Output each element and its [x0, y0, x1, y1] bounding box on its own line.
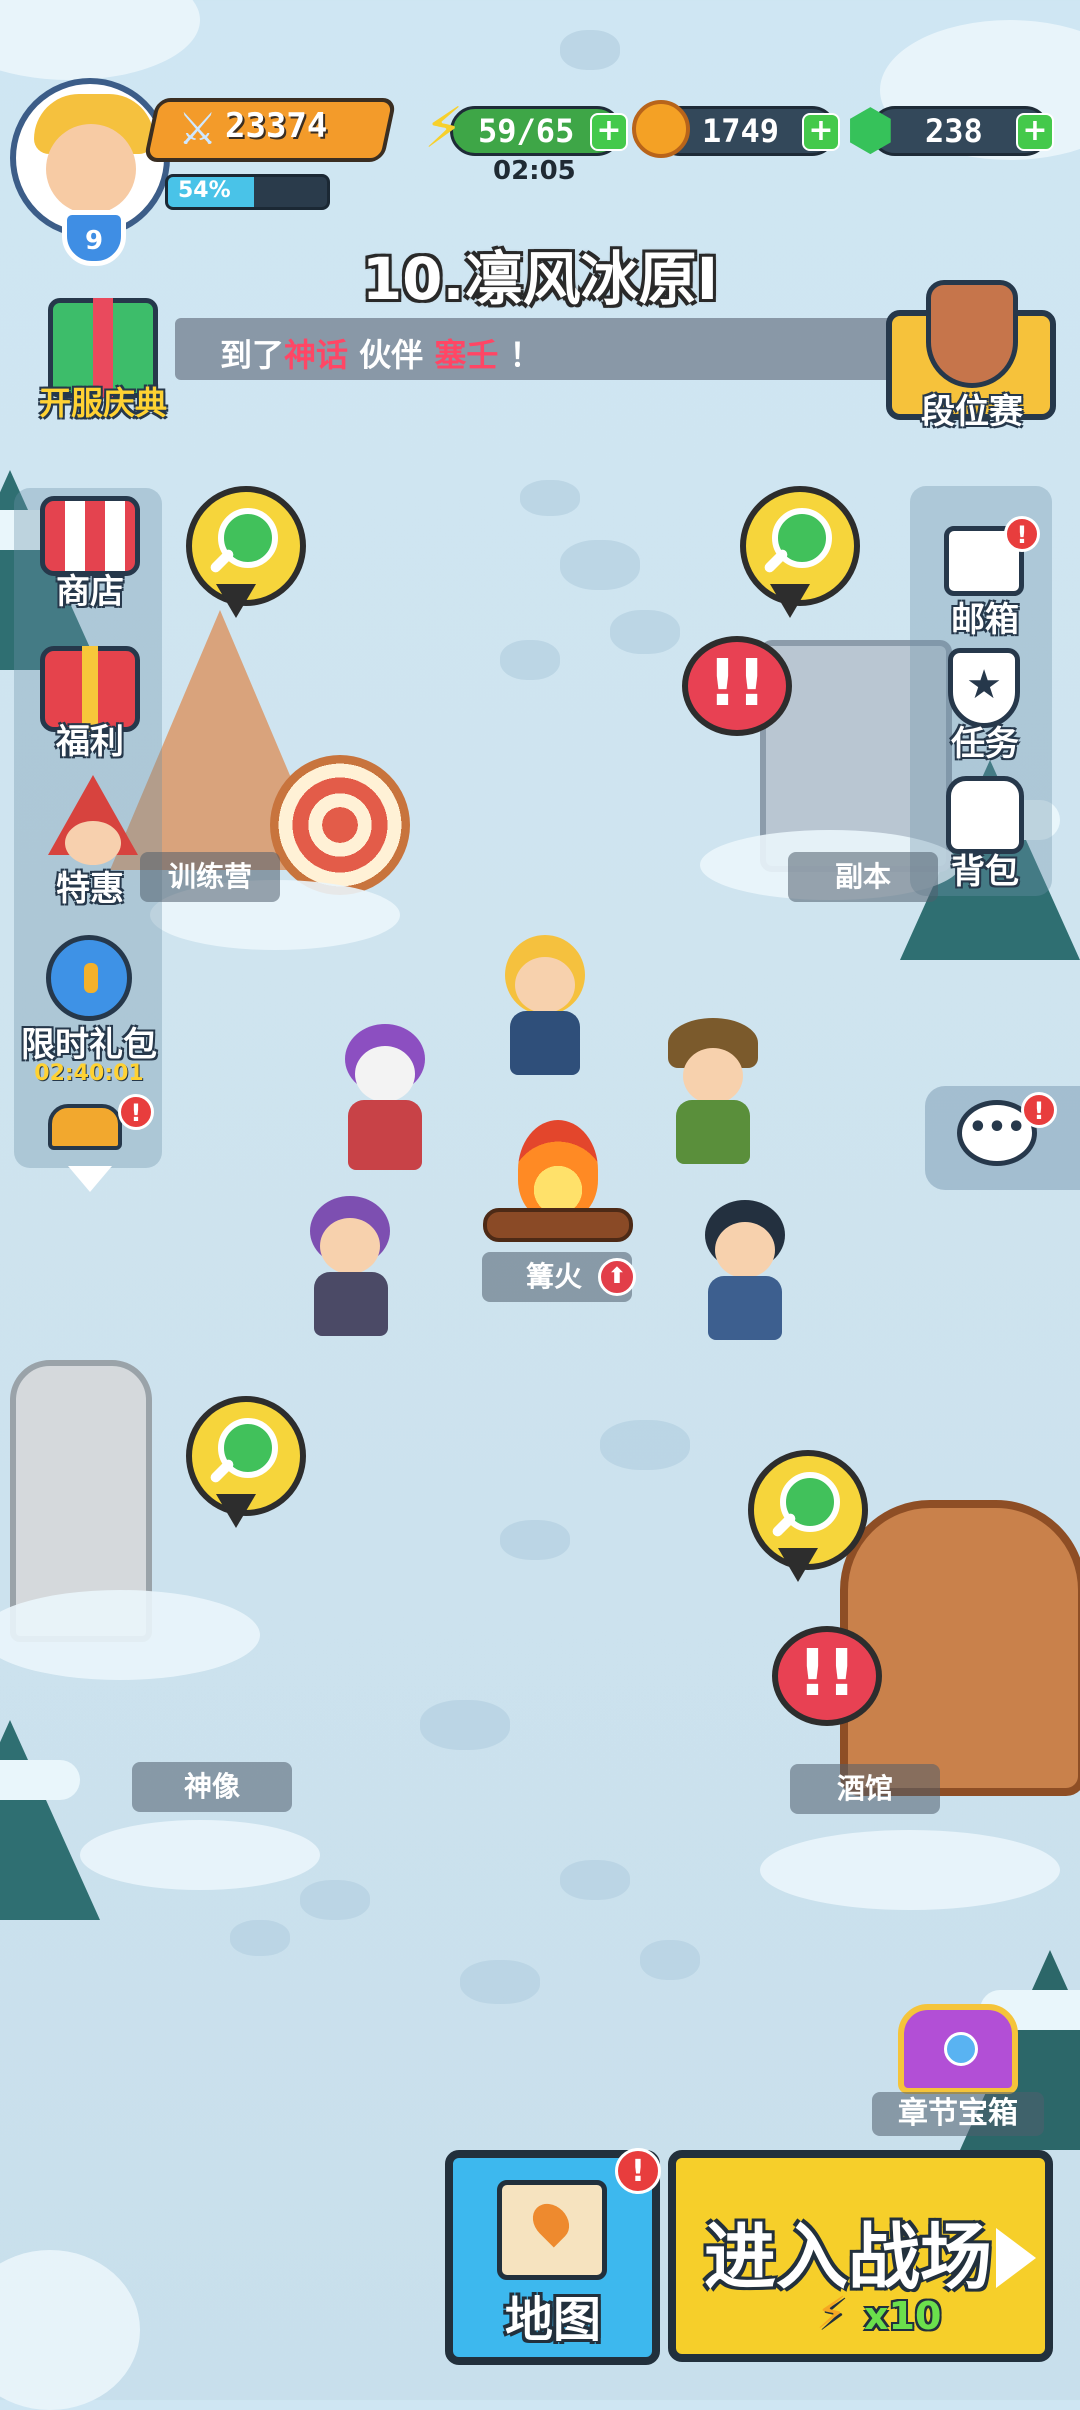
energy-timer: 02:05	[493, 156, 576, 186]
lightning-icon: ⚡	[424, 96, 464, 161]
expand-down-icon[interactable]	[68, 1166, 112, 1192]
special-offer-button[interactable]: 特惠	[20, 775, 160, 909]
tavern-label[interactable]: 酒馆	[790, 1764, 940, 1814]
mailbox-button[interactable]: ! 邮箱	[920, 516, 1050, 640]
explore-statue-marker[interactable]	[186, 1396, 306, 1528]
dungeon-alert-marker[interactable]: !!	[682, 636, 792, 736]
experience-percent: 54%	[178, 178, 231, 203]
rank-match-label: 段位赛	[921, 392, 1023, 432]
enter-battle-button[interactable]: 进入战场 ⚡ x10	[668, 2150, 1053, 2362]
combat-power-value: 23374	[225, 106, 328, 146]
battle-energy-cost: x10	[864, 2294, 942, 2338]
upgrade-arrow-icon: ⬆	[598, 1258, 636, 1296]
map-button[interactable]: 地图 !	[445, 2148, 661, 2365]
welfare-label: 福利	[56, 722, 124, 762]
tavern-building	[840, 1500, 1080, 1796]
gold-value: 1749	[702, 112, 780, 150]
bag-label: 背包	[951, 852, 1019, 892]
shield-icon	[926, 280, 1018, 388]
enter-battle-label: 进入战场	[704, 2215, 993, 2299]
hero-bard[interactable]	[658, 1018, 768, 1168]
backpack-icon	[946, 776, 1024, 854]
shop-label: 商店	[56, 572, 124, 612]
chat-button[interactable]: ••• !	[925, 1086, 1080, 1190]
statue-label[interactable]: 神像	[132, 1762, 292, 1812]
hero-jester[interactable]	[330, 1024, 440, 1174]
chapter-chest-label: 章节宝箱	[872, 2092, 1044, 2136]
tasks-label: 任务	[951, 724, 1019, 764]
bonfire-label-text: 篝火	[526, 1260, 583, 1293]
mailbox-label: 邮箱	[951, 600, 1019, 640]
bag-button[interactable]: 背包	[920, 768, 1050, 892]
more-menu-button[interactable]: !	[40, 1094, 154, 1160]
limited-pack-label: 限时礼包	[21, 1025, 157, 1065]
announcement-text: 到了神话 伙伴 塞壬 ！	[220, 336, 542, 374]
explore-tavern-marker[interactable]	[748, 1450, 868, 1582]
limited-pack-button[interactable]: 限时礼包 02:40:01	[14, 925, 164, 1086]
server-celebration-label: 开服庆典	[38, 384, 167, 422]
gem-value: 238	[925, 112, 983, 150]
hero-warrior[interactable]	[290, 1196, 410, 1346]
tavern-alert-marker[interactable]: !!	[772, 1626, 882, 1726]
shop-button[interactable]: 商店	[20, 490, 160, 620]
welfare-button[interactable]: 福利	[20, 640, 160, 770]
lightning-icon: ⚡	[816, 2288, 847, 2339]
tasks-button[interactable]: ★ 任务	[920, 640, 1050, 764]
chapter-chest-button[interactable]: 章节宝箱	[868, 2000, 1048, 2140]
energy-value: 59/65	[478, 112, 575, 150]
add-gem-button[interactable]: +	[1016, 113, 1054, 151]
gem-icon: ⬢	[846, 98, 895, 163]
training-camp-label[interactable]: 训练营	[140, 852, 280, 902]
training-target	[270, 755, 410, 895]
add-energy-button[interactable]: +	[590, 113, 628, 151]
hero-scholar[interactable]	[690, 1200, 800, 1350]
hero-swordsman[interactable]	[490, 935, 600, 1085]
fire-icon	[518, 1120, 598, 1220]
sword-icon: ⚔	[178, 104, 218, 155]
limited-pack-timer: 02:40:01	[34, 1061, 144, 1086]
add-gold-button[interactable]: +	[802, 113, 840, 151]
map-label: 地图	[504, 2292, 601, 2348]
play-arrow-icon	[996, 2228, 1036, 2288]
rank-match-button[interactable]: 段位赛	[884, 280, 1060, 440]
chat-alert-badge: !	[1021, 1092, 1057, 1128]
more-menu-alert-badge: !	[118, 1094, 154, 1130]
map-alert-badge: !	[615, 2148, 661, 2194]
gold-coin-icon	[632, 100, 690, 158]
special-offer-label: 特惠	[56, 869, 124, 909]
bonfire[interactable]	[478, 1120, 638, 1260]
explore-training-marker[interactable]	[186, 486, 306, 618]
mailbox-alert-badge: !	[1004, 516, 1040, 552]
chest-icon	[48, 1104, 122, 1150]
explore-dungeon-marker[interactable]	[740, 486, 860, 618]
server-celebration-button[interactable]: 开服庆典	[18, 290, 188, 430]
dungeon-label[interactable]: 副本	[788, 852, 938, 902]
